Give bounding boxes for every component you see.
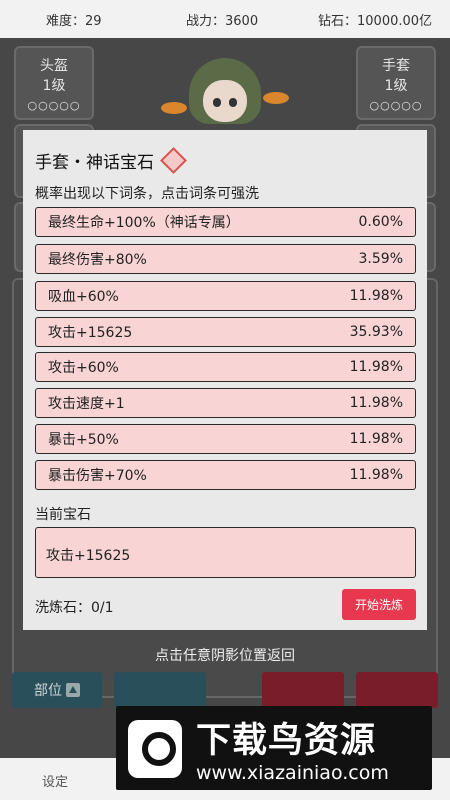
- position-button-label: 部位: [34, 683, 62, 699]
- status-bar: 难度：29 战力：3600 钻石：10000.00亿: [0, 0, 450, 38]
- affix-name: 吸血+60%: [48, 289, 119, 305]
- gem-reforge-dialog: 手套・神话宝石 概率出现以下词条，点击词条可强洗 最终生命+100%（神话专属）…: [23, 130, 427, 630]
- affix-name: 攻击速度+1: [48, 396, 125, 412]
- affix-name: 暴击+50%: [48, 432, 119, 448]
- affix-option[interactable]: 最终生命+100%（神话专属） 0.60%: [35, 207, 416, 237]
- affix-probability: 11.98%: [349, 467, 403, 483]
- dialog-subtitle: 概率出现以下词条，点击词条可强洗: [35, 186, 259, 202]
- current-gem-label: 当前宝石: [35, 507, 91, 523]
- affix-probability: 11.98%: [349, 431, 403, 447]
- equip-slot-helmet[interactable]: 头盔 1级 ○○○○○: [14, 46, 94, 120]
- watermark-logo-icon: [128, 720, 182, 778]
- affix-probability: 3.59%: [358, 251, 403, 267]
- affix-name: 最终生命+100%（神话专属）: [48, 215, 240, 231]
- eye: [229, 98, 237, 107]
- affix-probability: 35.93%: [349, 324, 403, 340]
- start-reforge-button[interactable]: 开始洗炼: [342, 589, 416, 620]
- watermark: 下载鸟资源 www.xiazainiao.com: [116, 706, 432, 790]
- current-gem-box: 攻击+15625: [35, 527, 416, 578]
- slot-level: 1级: [42, 78, 66, 94]
- affix-name: 攻击+15625: [48, 325, 133, 341]
- affix-option[interactable]: 攻击速度+1 11.98%: [35, 388, 416, 418]
- goldfish-icon: [263, 92, 289, 104]
- goldfish-icon: [161, 102, 187, 114]
- watermark-url: www.xiazainiao.com: [196, 762, 389, 784]
- slot-level: 1级: [384, 78, 408, 94]
- slot-name: 手套: [382, 58, 410, 74]
- eye: [213, 98, 221, 107]
- affix-probability: 0.60%: [358, 214, 403, 230]
- affix-name: 攻击+60%: [48, 360, 119, 376]
- diamond-gem-icon: [160, 147, 187, 174]
- return-hint: 点击任意阴影位置返回: [155, 648, 295, 664]
- power-label: 战力：3600: [186, 14, 259, 29]
- affix-name: 最终伤害+80%: [48, 252, 147, 268]
- dialog-title: 手套・神话宝石: [35, 147, 187, 174]
- slot-stars: ○○○○○: [369, 99, 423, 112]
- bottom-button[interactable]: [356, 672, 438, 708]
- bottom-button[interactable]: [262, 672, 344, 708]
- diamond-label: 钻石：10000.00亿: [318, 14, 433, 29]
- equip-slot-gloves[interactable]: 手套 1级 ○○○○○: [356, 46, 436, 120]
- affix-option[interactable]: 攻击+15625 35.93%: [35, 317, 416, 347]
- current-gem-value: 攻击+15625: [46, 548, 131, 564]
- difficulty-label: 难度：29: [46, 14, 102, 29]
- affix-option[interactable]: 吸血+60% 11.98%: [35, 281, 416, 311]
- affix-name: 暴击伤害+70%: [48, 468, 147, 484]
- slot-name: 头盔: [40, 58, 68, 74]
- tab-settings[interactable]: 设定: [42, 771, 68, 790]
- reforge-stone-count: 洗炼石：0/1: [35, 600, 114, 616]
- affix-option[interactable]: 暴击伤害+70% 11.98%: [35, 460, 416, 490]
- affix-option[interactable]: 暴击+50% 11.98%: [35, 424, 416, 454]
- affix-option[interactable]: 攻击+60% 11.98%: [35, 352, 416, 382]
- watermark-title: 下载鸟资源: [196, 721, 377, 761]
- position-button[interactable]: 部位: [12, 672, 102, 708]
- arrow-up-icon: [66, 683, 80, 697]
- affix-probability: 11.98%: [349, 395, 403, 411]
- bottom-button[interactable]: [114, 672, 206, 708]
- affix-probability: 11.98%: [349, 288, 403, 304]
- dialog-title-text: 手套・神话宝石: [35, 153, 154, 173]
- face: [203, 80, 247, 122]
- affix-probability: 11.98%: [349, 359, 403, 375]
- affix-option[interactable]: 最终伤害+80% 3.59%: [35, 244, 416, 274]
- slot-stars: ○○○○○: [27, 99, 81, 112]
